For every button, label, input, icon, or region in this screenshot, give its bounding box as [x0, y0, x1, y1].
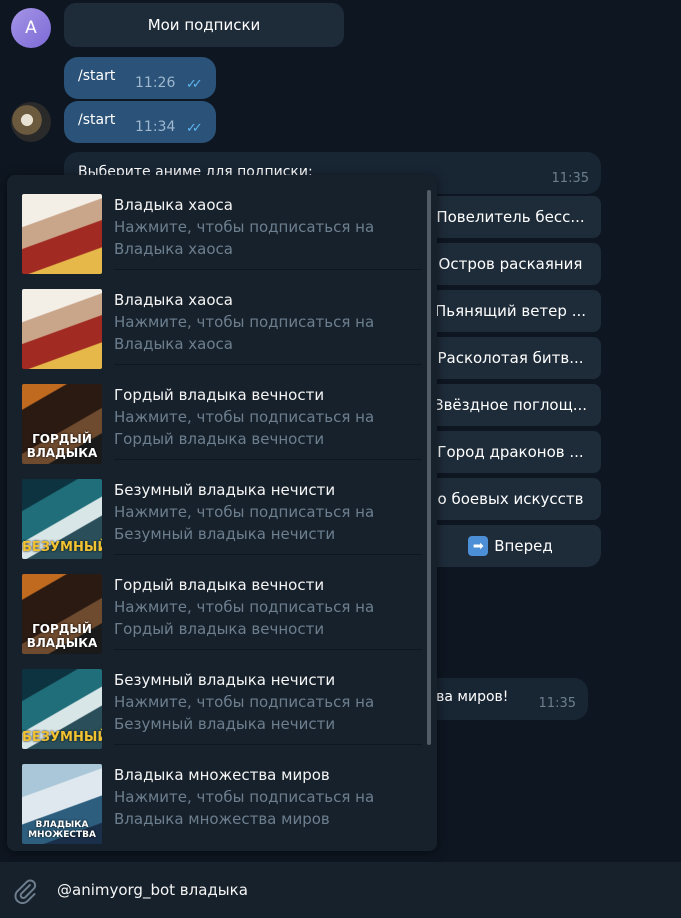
keyboard-button[interactable]: Расколотая битв... [420, 337, 601, 379]
result-description: Нажмите, чтобы подписаться на [114, 218, 375, 236]
result-title: Владыка множества миров [114, 766, 330, 784]
inline-result-item[interactable]: БЕЗУМНЫЙ Безумный владыка нечисти Нажмит… [7, 460, 427, 559]
double-check-icon: ✓✓ [186, 121, 203, 136]
avatar-letter: A [25, 18, 37, 38]
paperclip-icon[interactable] [12, 878, 38, 904]
poster-caption: ВЛАДЫКА МНОЖЕСТВА [28, 820, 96, 840]
result-description: Нажмите, чтобы подписаться на [114, 408, 375, 426]
double-check-icon: ✓✓ [186, 77, 203, 92]
anime-poster-thumbnail: БЕЗУМНЫЙ [22, 669, 102, 749]
result-description: Нажмите, чтобы подписаться на [114, 503, 375, 521]
keyboard-button[interactable]: Пьянящий ветер ... [420, 290, 601, 332]
right-arrow-icon: ➡ [468, 536, 489, 556]
keyboard-button[interactable]: Звёздное поглощ... [420, 384, 601, 426]
result-title: Владыка хаоса [114, 291, 233, 309]
anime-poster-thumbnail: ВЛАДЫКА МНОЖЕСТВА [22, 764, 102, 844]
inline-result-item[interactable]: Владыка хаоса Нажмите, чтобы подписаться… [7, 270, 427, 369]
poster-caption: ГОРДЫЙ ВЛАДЫКА [26, 432, 98, 460]
result-description: Безумный владыка нечисти [114, 715, 336, 733]
result-title: Безумный владыка нечисти [114, 671, 336, 689]
forward-button[interactable]: ➡ Вперед [420, 525, 601, 567]
result-description: Гордый владыка вечности [114, 620, 325, 638]
inline-result-item[interactable]: Владыка хаоса Нажмите, чтобы подписаться… [7, 175, 427, 274]
anime-poster-thumbnail: ГОРДЫЙ ВЛАДЫКА [22, 574, 102, 654]
result-title: Гордый владыка вечности [114, 576, 325, 594]
keyboard-button[interactable]: Остров раскаяния [420, 243, 601, 285]
inline-result-item[interactable]: БЕЗУМНЫЙ Безумный владыка нечисти Нажмит… [7, 650, 427, 749]
message-time: 11:34 [135, 119, 176, 135]
result-description: Владыка множества миров [114, 810, 330, 828]
keyboard-button[interactable]: Город драконов ... [420, 431, 601, 473]
message-text: /start [78, 112, 116, 128]
result-description: Гордый владыка вечности [114, 430, 325, 448]
result-title: Владыка хаоса [114, 196, 233, 214]
inline-result-item[interactable]: ВЛАДЫКА МНОЖЕСТВА Владыка множества миро… [7, 745, 427, 844]
message-composer [0, 862, 681, 918]
result-description: Нажмите, чтобы подписаться на [114, 313, 375, 331]
message-time: 11:35 [551, 171, 589, 186]
my-subscriptions-button[interactable]: Мои подписки [64, 3, 344, 47]
scrollbar[interactable] [427, 190, 431, 745]
poster-caption: БЕЗУМНЫЙ [22, 730, 102, 745]
inline-results-popup: Владыка хаоса Нажмите, чтобы подписаться… [7, 175, 437, 851]
forward-label: Вперед [494, 537, 553, 555]
inline-result-item[interactable]: ГОРДЫЙ ВЛАДЫКА Гордый владыка вечности Н… [7, 555, 427, 654]
result-description: Нажмите, чтобы подписаться на [114, 788, 375, 806]
result-description: Владыка хаоса [114, 335, 233, 353]
anime-poster-thumbnail [22, 194, 102, 274]
outgoing-message: /start 11:26 ✓✓ [64, 57, 216, 99]
bot-message: тва миров! 11:35 [420, 678, 588, 720]
result-title: Безумный владыка нечисти [114, 481, 336, 499]
outgoing-message: /start 11:34 ✓✓ [64, 101, 216, 143]
message-input[interactable] [57, 862, 657, 918]
result-title: Гордый владыка вечности [114, 386, 325, 404]
inline-result-item[interactable]: ГОРДЫЙ ВЛАДЫКА Гордый владыка вечности Н… [7, 365, 427, 464]
user-avatar[interactable]: A [11, 8, 51, 48]
message-time: 11:26 [135, 75, 176, 91]
anime-poster-thumbnail [22, 289, 102, 369]
poster-caption: ГОРДЫЙ ВЛАДЫКА [26, 622, 98, 650]
message-time: 11:35 [538, 696, 576, 711]
result-description: Нажмите, чтобы подписаться на [114, 598, 375, 616]
anime-poster-thumbnail: ГОРДЫЙ ВЛАДЫКА [22, 384, 102, 464]
result-description: Нажмите, чтобы подписаться на [114, 693, 375, 711]
bot-avatar[interactable] [11, 102, 51, 142]
keyboard-button[interactable]: о боевых искусств [420, 478, 601, 520]
message-text: тва миров! [428, 689, 509, 705]
poster-caption: БЕЗУМНЫЙ [22, 540, 102, 555]
message-text: /start [78, 68, 116, 84]
anime-poster-thumbnail: БЕЗУМНЫЙ [22, 479, 102, 559]
keyboard-button[interactable]: Повелитель бесс... [420, 196, 601, 238]
result-description: Владыка хаоса [114, 240, 233, 258]
result-description: Безумный владыка нечисти [114, 525, 336, 543]
